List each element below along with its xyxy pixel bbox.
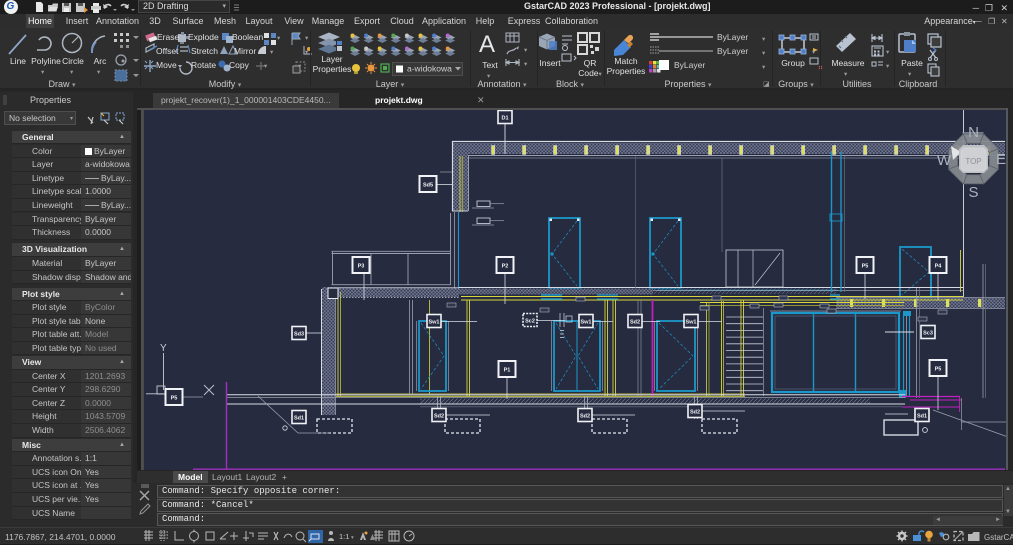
svg-text:Sd2: Sd2 [690,409,700,415]
svg-text:Sw1: Sw1 [580,319,591,325]
svg-text:E: E [996,151,1006,168]
svg-text:P5: P5 [935,366,942,372]
svg-text:Sw1: Sw1 [428,319,439,325]
svg-text:Sc2: Sc2 [525,318,535,324]
svg-text:P2: P2 [502,263,509,269]
svg-text:P5: P5 [171,395,178,401]
svg-text:N: N [968,124,979,141]
svg-text:Sd1: Sd1 [917,413,927,419]
svg-text:A: A [479,31,495,58]
svg-text:Y: Y [160,343,167,354]
svg-text:Sd3: Sd3 [294,331,304,337]
svg-text:Sd5: Sd5 [423,182,433,188]
svg-text:P3: P3 [358,263,365,269]
svg-text:P1: P1 [504,367,511,373]
svg-text:P5: P5 [862,263,869,269]
svg-text:Sw1: Sw1 [685,319,696,325]
svg-text:▾: ▾ [351,535,354,541]
svg-text:W: W [937,152,952,169]
svg-text:1:1: 1:1 [339,532,349,541]
svg-text:TOP: TOP [965,157,981,166]
svg-text:P4: P4 [935,263,943,269]
svg-text:Sd2: Sd2 [580,413,590,419]
svg-text:Sd1: Sd1 [294,415,304,421]
svg-text:S: S [968,184,978,201]
svg-text:D1: D1 [501,115,508,121]
svg-text:Sd2: Sd2 [630,319,640,325]
svg-text:a-widokowa: a-widokowa [407,64,452,74]
svg-text:Sc3: Sc3 [923,330,933,336]
svg-text:Sd2: Sd2 [434,413,444,419]
